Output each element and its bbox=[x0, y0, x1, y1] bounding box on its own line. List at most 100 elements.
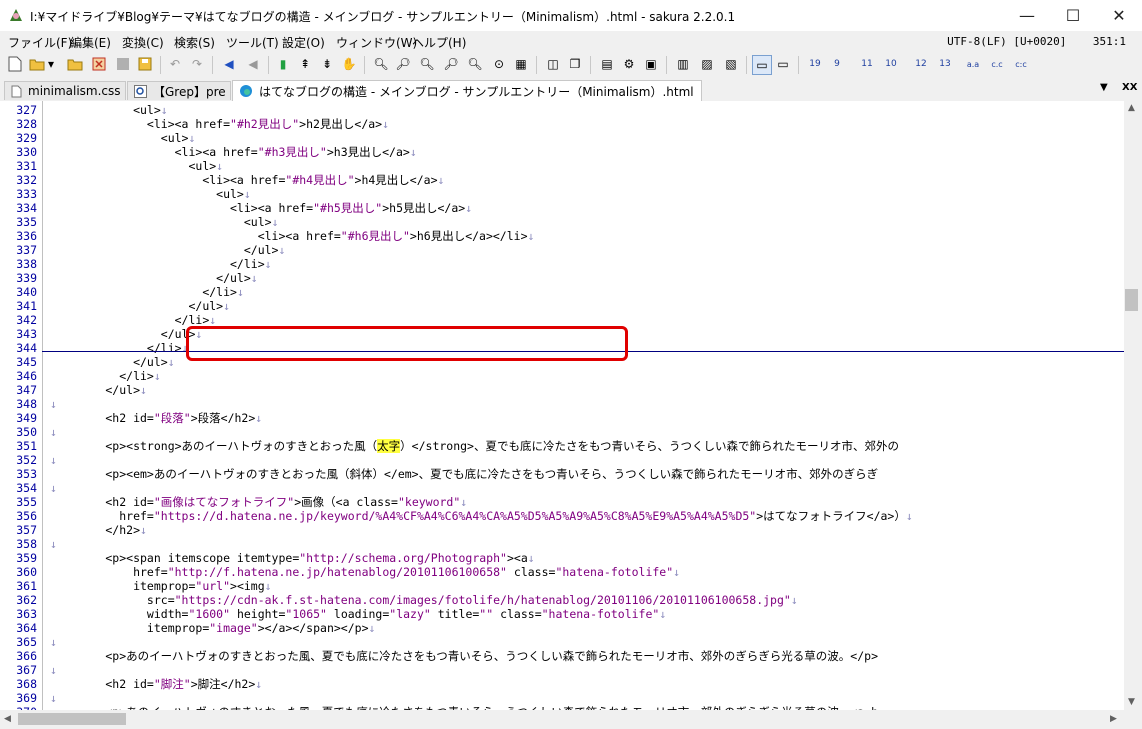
scroll-left-icon[interactable]: ◀ bbox=[4, 714, 11, 724]
code-line[interactable]: ↓ bbox=[50, 691, 57, 705]
code-line[interactable]: <li><a href="#h3見出し">h3見出し</a>↓ bbox=[50, 145, 417, 159]
code-line[interactable]: <p><strong>あのイーハトヴォのすきとおった風（太字）</strong>… bbox=[50, 439, 899, 453]
code-line[interactable]: <p><em>あのイーハトヴォのすきとおった風（斜体）</em>、夏でも底に冷た… bbox=[50, 467, 878, 481]
tab-dropdown-icon[interactable]: ▼ bbox=[1100, 82, 1108, 93]
menu-settings[interactable]: 設定(O) bbox=[282, 34, 325, 51]
chevron-down-icon[interactable]: ▾ bbox=[46, 55, 56, 73]
wrap-toggle-icon[interactable]: ▭ bbox=[752, 55, 772, 75]
code-line[interactable]: href="https://d.hatena.ne.jp/keyword/%A4… bbox=[50, 509, 913, 523]
code-line[interactable]: <li><a href="#h6見出し">h6見出し</a></li>↓ bbox=[50, 229, 535, 243]
bookmark-19-icon[interactable]: 19 bbox=[806, 55, 824, 73]
save-disabled-icon[interactable] bbox=[114, 55, 132, 73]
code-line[interactable]: </li>↓ bbox=[50, 285, 244, 299]
code-line[interactable]: <ul>↓ bbox=[50, 131, 196, 145]
code-line[interactable]: src="https://cdn-ak.f.st-hatena.com/imag… bbox=[50, 593, 798, 607]
code-line[interactable]: ↓ bbox=[50, 635, 57, 649]
vertical-scrollbar[interactable]: ▲ ▼ bbox=[1124, 101, 1142, 710]
scroll-up-icon[interactable]: ▲ bbox=[1128, 103, 1135, 113]
type-settings-icon[interactable]: ▧ bbox=[722, 55, 740, 73]
code-line[interactable]: <ul>↓ bbox=[50, 103, 168, 117]
minimize-button[interactable]: — bbox=[1004, 0, 1050, 31]
code-line[interactable]: ↓ bbox=[50, 663, 57, 677]
horizontal-scroll-thumb[interactable] bbox=[18, 713, 126, 725]
bookmark-10-icon[interactable]: 10 bbox=[882, 55, 900, 73]
code-line[interactable]: <p>あのイーハトヴォのすきとおった風、夏でも底に冷たさをもつ青いそら、うつくし… bbox=[50, 649, 878, 663]
code-line[interactable]: <h2 id="段落">段落</h2>↓ bbox=[50, 411, 262, 425]
code-line[interactable]: ↓ bbox=[50, 397, 57, 411]
clear-mark-icon[interactable]: ⊙ bbox=[490, 55, 508, 73]
code-line[interactable]: itemprop="url"><img↓ bbox=[50, 579, 272, 593]
cursor-move-icon[interactable]: ⇞ bbox=[296, 55, 314, 73]
menu-search[interactable]: 検索(S) bbox=[174, 34, 215, 51]
menu-convert[interactable]: 変換(C) bbox=[122, 34, 164, 51]
macro-icon[interactable]: ▣ bbox=[642, 55, 660, 73]
compare-case-icon[interactable]: a.a bbox=[964, 55, 982, 73]
bookmark-9-icon[interactable]: 9 bbox=[828, 55, 846, 73]
code-line[interactable]: <p><span itemscope itemtype="http://sche… bbox=[50, 551, 534, 565]
compare-width-icon[interactable]: c.c bbox=[988, 55, 1006, 73]
code-line[interactable]: <ul>↓ bbox=[50, 159, 223, 173]
hand-icon[interactable]: ✋ bbox=[340, 55, 358, 73]
code-line[interactable]: <h2 id="画像はてなフォトライフ">画像（<a class="keywor… bbox=[50, 495, 467, 509]
code-line[interactable]: itemprop="image"></a></span></p>↓ bbox=[50, 621, 376, 635]
code-line[interactable]: <li><a href="#h2見出し">h2見出し</a>↓ bbox=[50, 117, 389, 131]
code-line[interactable]: ↓ bbox=[50, 537, 57, 551]
search-icon[interactable]: 🔍︎ bbox=[372, 55, 390, 73]
tab-close-all-button[interactable]: XX bbox=[1122, 82, 1137, 93]
execute-icon[interactable]: ⚙ bbox=[620, 55, 638, 73]
maximize-button[interactable]: ☐ bbox=[1050, 0, 1096, 31]
mark-search-icon[interactable]: 🔍︎ bbox=[466, 55, 484, 73]
compare-diff-icon[interactable]: c:c bbox=[1012, 55, 1030, 73]
code-line[interactable]: <li><a href="#h4見出し">h4見出し</a>↓ bbox=[50, 173, 444, 187]
code-line[interactable]: </li>↓ bbox=[50, 313, 217, 327]
code-line[interactable]: ↓ bbox=[50, 481, 57, 495]
outline-icon[interactable]: ❐ bbox=[566, 55, 584, 73]
code-line[interactable]: </h2>↓ bbox=[50, 523, 147, 537]
menu-window[interactable]: ウィンドウ(W) bbox=[336, 34, 417, 51]
compare-icon[interactable]: ◫ bbox=[544, 55, 562, 73]
code-line[interactable]: <ul>↓ bbox=[50, 187, 251, 201]
horizontal-scrollbar[interactable]: ◀ ▶ bbox=[0, 710, 1124, 729]
code-line[interactable]: </li>↓ bbox=[50, 369, 161, 383]
jump-back-icon[interactable]: ◀ bbox=[220, 55, 238, 73]
open-folder-icon[interactable] bbox=[66, 55, 84, 73]
code-line[interactable]: ↓ bbox=[50, 425, 57, 439]
view-toggle-icon[interactable]: ▭ bbox=[774, 55, 792, 73]
cursor-top-icon[interactable]: ▮ bbox=[274, 55, 292, 73]
settings-icon[interactable]: ▥ bbox=[674, 55, 692, 73]
code-line[interactable]: ↓ bbox=[50, 453, 57, 467]
code-line[interactable]: </ul>↓ bbox=[50, 299, 230, 313]
code-line[interactable]: </ul>↓ bbox=[50, 271, 258, 285]
bookmark-12-icon[interactable]: 12 bbox=[912, 55, 930, 73]
code-line[interactable]: </li>↓ bbox=[50, 341, 189, 355]
sakura-app-icon[interactable] bbox=[8, 7, 24, 23]
bookmark-11-icon[interactable]: 11 bbox=[858, 55, 876, 73]
menu-tools[interactable]: ツール(T) bbox=[226, 34, 279, 51]
tab-html-file[interactable]: はてなブログの構造 - メインブログ - サンプルエントリー（Minimalis… bbox=[232, 80, 702, 101]
code-line[interactable]: </ul>↓ bbox=[50, 355, 175, 369]
code-line[interactable]: </li>↓ bbox=[50, 257, 272, 271]
vertical-scroll-thumb[interactable] bbox=[1125, 289, 1138, 311]
code-line[interactable]: width="1600" height="1065" loading="lazy… bbox=[50, 607, 666, 621]
scroll-right-icon[interactable]: ▶ bbox=[1110, 714, 1117, 724]
search-next-icon[interactable]: 🔎︎ bbox=[394, 55, 412, 73]
code-line[interactable]: </ul>↓ bbox=[50, 383, 147, 397]
menu-help[interactable]: ヘルプ(H) bbox=[412, 34, 466, 51]
search-prev-icon[interactable]: 🔍︎ bbox=[418, 55, 436, 73]
close-file-icon[interactable] bbox=[90, 55, 108, 73]
jump-forward-icon[interactable]: ◀ bbox=[244, 55, 262, 73]
scroll-down-icon[interactable]: ▼ bbox=[1128, 697, 1135, 707]
tab-minimalism-css[interactable]: minimalism.css bbox=[4, 81, 126, 100]
replace-icon[interactable]: 🔎︎ bbox=[442, 55, 460, 73]
tab-grep[interactable]: 【Grep】pre bbox=[127, 81, 231, 100]
undo-icon[interactable]: ↶ bbox=[166, 55, 184, 73]
code-line[interactable]: </ul>↓ bbox=[50, 243, 286, 257]
open-file-icon[interactable] bbox=[28, 55, 46, 73]
code-line[interactable]: <li><a href="#h5見出し">h5見出し</a>↓ bbox=[50, 201, 472, 215]
window-tile-icon[interactable]: ▤ bbox=[598, 55, 616, 73]
bookmark-13-icon[interactable]: 13 bbox=[936, 55, 954, 73]
font-icon[interactable]: ▨ bbox=[698, 55, 716, 73]
menu-edit[interactable]: 編集(E) bbox=[70, 34, 111, 51]
new-file-icon[interactable] bbox=[6, 55, 24, 73]
save-icon[interactable] bbox=[136, 55, 154, 73]
